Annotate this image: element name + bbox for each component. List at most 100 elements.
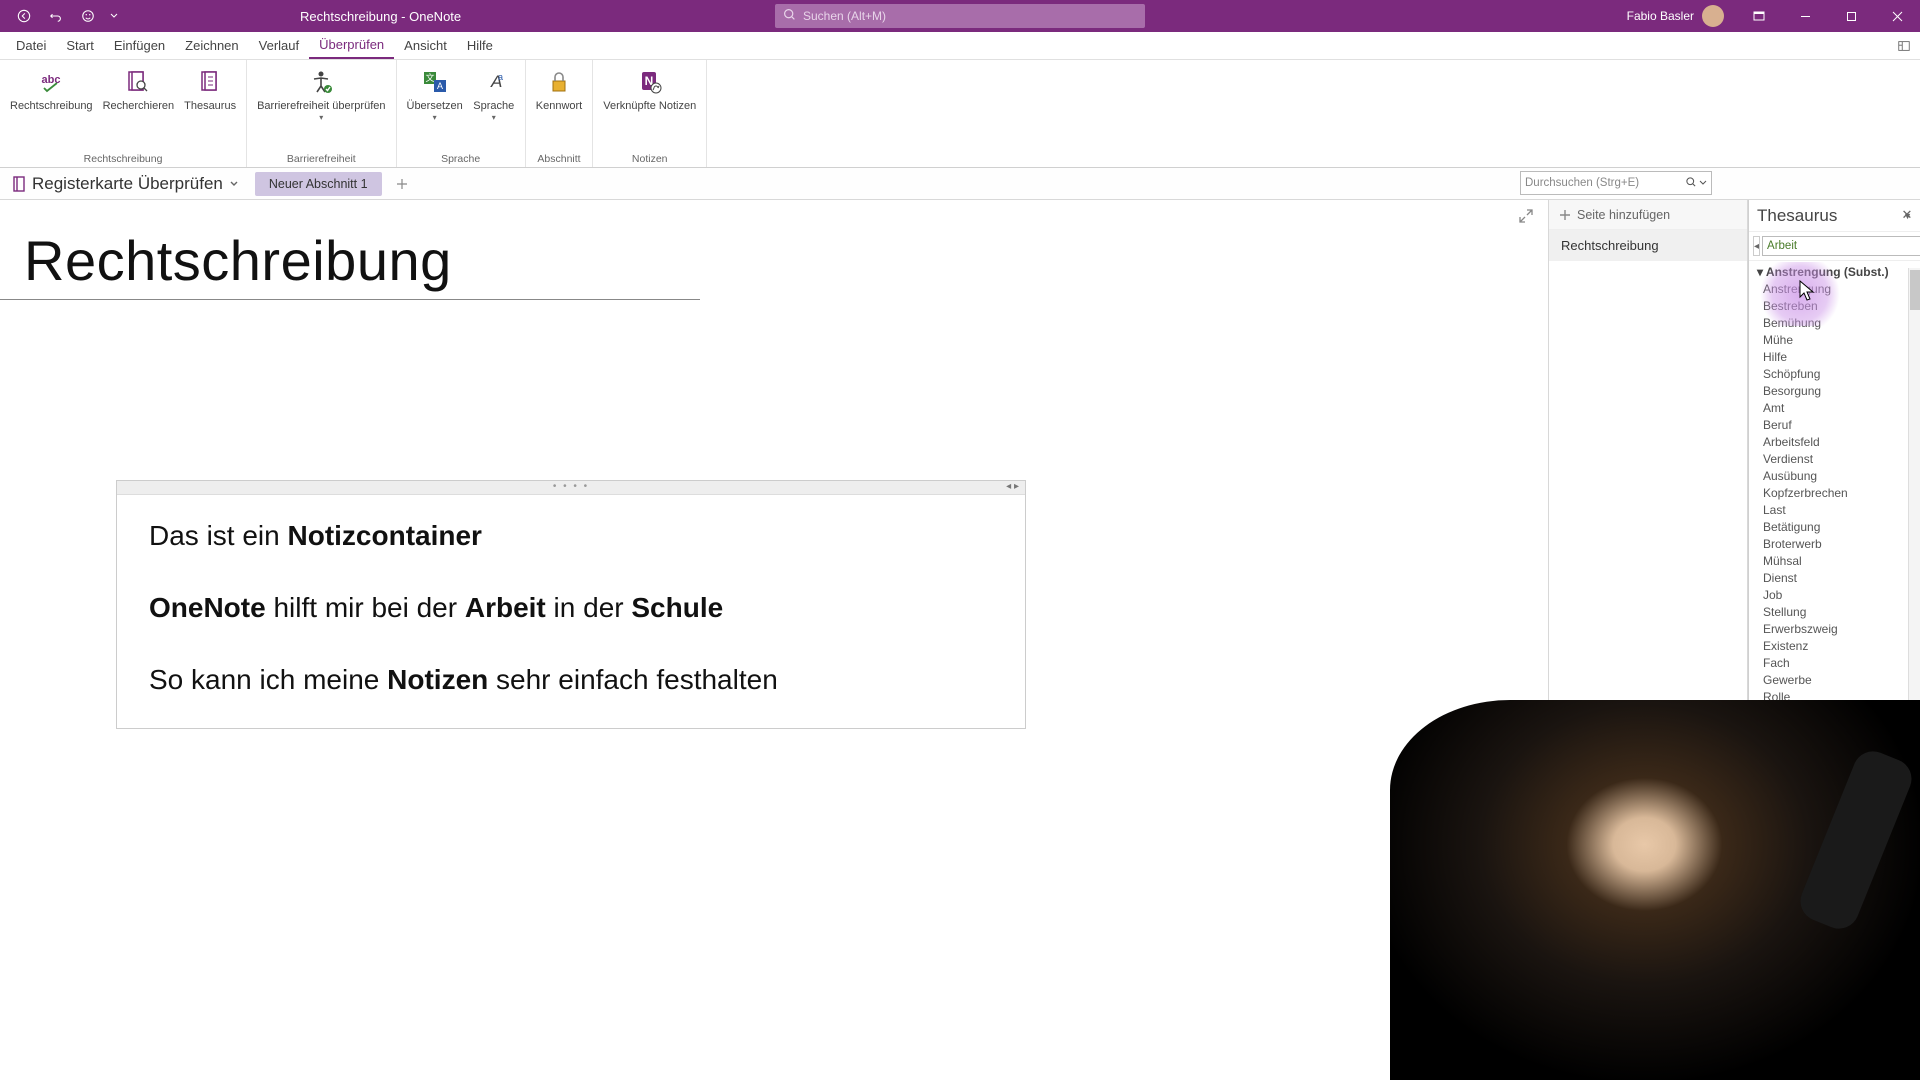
thesaurus-result-item[interactable]: Betätigung: [1749, 518, 1920, 535]
menu-verlauf[interactable]: Verlauf: [249, 32, 309, 59]
thesaurus-result-item[interactable]: Besorgung: [1749, 382, 1920, 399]
translate-label: Übersetzen: [407, 100, 463, 112]
thesaurus-label: Thesaurus: [184, 100, 236, 112]
translate-button[interactable]: 文A Übersetzen▾: [403, 64, 467, 124]
note-container[interactable]: • • • • ◂ ▸ Das ist ein NotizcontainerOn…: [116, 480, 1026, 729]
translate-icon: 文A: [419, 66, 451, 98]
thesaurus-result-item[interactable]: Kopfzerbrechen: [1749, 484, 1920, 501]
global-search-input[interactable]: [775, 4, 1145, 28]
thesaurus-result-item[interactable]: Verdienst: [1749, 450, 1920, 467]
ribbon-group-sprache: 文A Übersetzen▾ AaSprache▾ Sprache: [397, 60, 526, 167]
menu-datei[interactable]: Datei: [6, 32, 56, 59]
menu-zeichnen[interactable]: Zeichnen: [175, 32, 248, 59]
ribbon-display-button[interactable]: [1736, 0, 1782, 32]
close-pane-button[interactable]: ✕: [1898, 206, 1916, 224]
maximize-button[interactable]: [1828, 0, 1874, 32]
chevron-down-icon: [229, 179, 239, 189]
user-account[interactable]: Fabio Basler: [1615, 5, 1736, 27]
thesaurus-result-item[interactable]: Ausübung: [1749, 467, 1920, 484]
menu-einfügen[interactable]: Einfügen: [104, 32, 175, 59]
linked-notes-label: Verknüpfte Notizen: [603, 100, 696, 112]
thesaurus-result-item[interactable]: Gewerbe: [1749, 671, 1920, 688]
research-label: Recherchieren: [103, 100, 175, 112]
thesaurus-result-item[interactable]: Beruf: [1749, 416, 1920, 433]
note-grip-handle[interactable]: • • • • ◂ ▸: [117, 481, 1025, 495]
add-page-button[interactable]: Seite hinzufügen: [1549, 200, 1747, 230]
thesaurus-result-item[interactable]: Erwerbszweig: [1749, 620, 1920, 637]
thesaurus-result-item[interactable]: Dienst: [1749, 569, 1920, 586]
page-search-input[interactable]: Durchsuchen (Strg+E): [1520, 171, 1712, 195]
thesaurus-result-item[interactable]: Arbeitsfeld: [1749, 433, 1920, 450]
thesaurus-result-item[interactable]: Broterwerb: [1749, 535, 1920, 552]
svg-text:文: 文: [425, 72, 434, 83]
spelling-button[interactable]: abc Rechtschreibung: [6, 64, 97, 114]
ribbon-group-label: Notizen: [632, 151, 668, 165]
ribbon-group-barrierefreiheit: Barrierefreiheit überprüfen▾ Barrierefrei…: [247, 60, 396, 167]
undo-icon[interactable]: [42, 3, 70, 29]
page-title[interactable]: Rechtschreibung: [0, 200, 1548, 299]
chevron-down-icon: ▾: [433, 113, 437, 122]
thesaurus-result-item[interactable]: Bemühung: [1749, 314, 1920, 331]
thesaurus-result-item[interactable]: Last: [1749, 501, 1920, 518]
nav-back-icon[interactable]: [10, 3, 38, 29]
plus-icon: [1559, 209, 1571, 221]
expand-icon[interactable]: [1518, 208, 1536, 226]
linked-notes-button[interactable]: NVerknüpfte Notizen: [599, 64, 700, 114]
svg-text:a: a: [498, 72, 503, 82]
menu-start[interactable]: Start: [56, 32, 103, 59]
section-tab[interactable]: Neuer Abschnitt 1: [255, 172, 382, 196]
menu-überprüfen[interactable]: Überprüfen: [309, 32, 394, 59]
note-nav-arrows[interactable]: ◂ ▸: [1006, 481, 1019, 492]
thesaurus-result-item[interactable]: Anstrengung: [1749, 280, 1920, 297]
chevron-down-icon: [1699, 179, 1707, 187]
language-icon: Aa: [478, 66, 510, 98]
research-button[interactable]: Recherchieren: [99, 64, 179, 114]
scrollbar-thumb[interactable]: [1910, 270, 1920, 310]
close-button[interactable]: [1874, 0, 1920, 32]
avatar: [1702, 5, 1724, 27]
thesaurus-result-item[interactable]: Stellung: [1749, 603, 1920, 620]
share-icon[interactable]: [1894, 36, 1914, 56]
qat-dropdown-icon[interactable]: [106, 3, 122, 29]
menu-hilfe[interactable]: Hilfe: [457, 32, 503, 59]
thesaurus-category-header[interactable]: ▾ Anstrengung (Subst.): [1749, 263, 1920, 280]
thesaurus-result-item[interactable]: Hilfe: [1749, 348, 1920, 365]
minimize-button[interactable]: [1782, 0, 1828, 32]
thesaurus-result-item[interactable]: Amt: [1749, 399, 1920, 416]
thesaurus-result-item[interactable]: Mühsal: [1749, 552, 1920, 569]
language-button[interactable]: AaSprache▾: [469, 64, 519, 124]
ribbon-group-label: Sprache: [441, 151, 480, 165]
note-canvas[interactable]: Rechtschreibung • • • • ◂ ▸ Das ist ein …: [0, 200, 1548, 1080]
password-button[interactable]: Kennwort: [532, 64, 586, 114]
ribbon-group-notizen: NVerknüpfte Notizen Notizen: [593, 60, 707, 167]
thesaurus-result-item[interactable]: Fach: [1749, 654, 1920, 671]
thesaurus-result-item[interactable]: Schöpfung: [1749, 365, 1920, 382]
spelling-label: Rechtschreibung: [10, 100, 93, 112]
svg-text:A: A: [437, 81, 443, 91]
thesaurus-result-item[interactable]: Bestreben: [1749, 297, 1920, 314]
title-underline: [0, 299, 700, 300]
book-icon: [194, 66, 226, 98]
title-bar: Rechtschreibung ‑ OneNote Fabio Basler: [0, 0, 1920, 32]
chevron-down-icon: ▾: [319, 113, 323, 122]
thesaurus-search-input[interactable]: [1762, 236, 1920, 256]
note-body[interactable]: Das ist ein NotizcontainerOneNote hilft …: [117, 495, 1025, 728]
accessibility-button[interactable]: Barrierefreiheit überprüfen▾: [253, 64, 389, 124]
ribbon-group-rechtschreibung: abc Rechtschreibung Recherchieren Thesaurus…: [0, 60, 247, 167]
thesaurus-result-item[interactable]: Job: [1749, 586, 1920, 603]
notebook-dropdown[interactable]: Registerkarte Überprüfen: [6, 174, 245, 194]
search-icon: [783, 8, 796, 24]
lock-icon: [543, 66, 575, 98]
microphone: [1794, 745, 1917, 934]
svg-text:abc: abc: [42, 74, 61, 86]
menu-ansicht[interactable]: Ansicht: [394, 32, 457, 59]
menu-bar: DateiStartEinfügenZeichnenVerlaufÜberprü…: [0, 32, 1920, 60]
add-section-button[interactable]: [390, 172, 414, 196]
ribbon-group-label: Barrierefreiheit: [287, 151, 356, 165]
thesaurus-result-item[interactable]: Existenz: [1749, 637, 1920, 654]
thesaurus-button[interactable]: Thesaurus: [180, 64, 240, 114]
emoji-icon[interactable]: [74, 3, 102, 29]
thesaurus-back-button[interactable]: ◂: [1753, 236, 1760, 256]
page-list-item[interactable]: Rechtschreibung: [1549, 230, 1747, 261]
thesaurus-result-item[interactable]: Mühe: [1749, 331, 1920, 348]
